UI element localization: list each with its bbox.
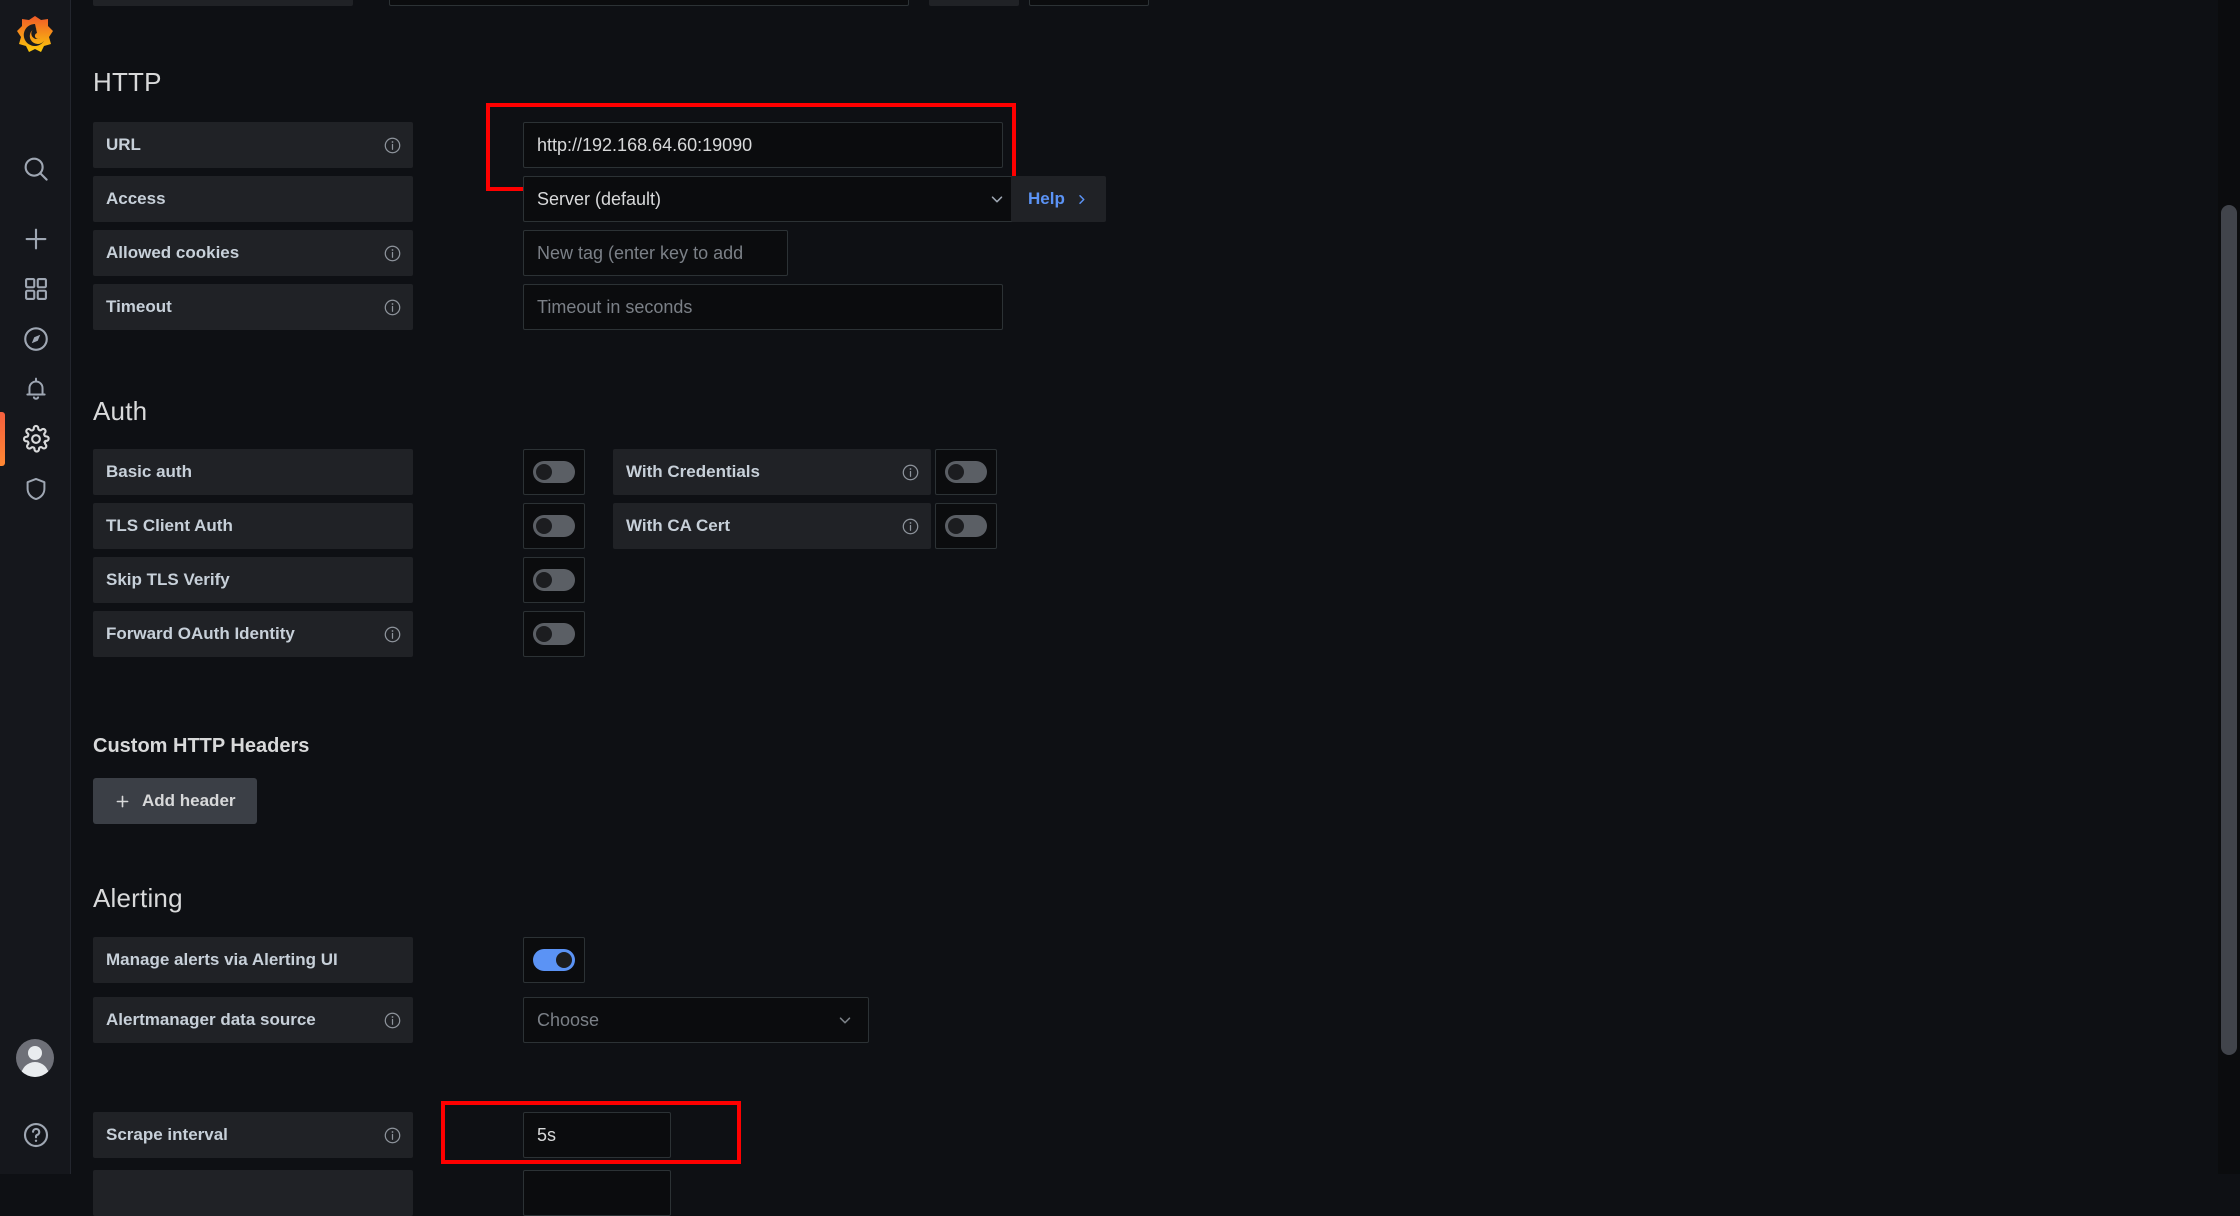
clipped-field-label-2 — [929, 0, 1019, 6]
field-label-tls-client-auth: TLS Client Auth — [93, 503, 413, 549]
add-header-button-label: Add header — [142, 791, 236, 810]
field-label-with-credentials-text: With Credentials — [626, 462, 760, 481]
field-label-timeout-text: Timeout — [106, 297, 172, 316]
help-button-label: Help — [1028, 189, 1065, 208]
toggle-switch — [945, 515, 987, 537]
info-icon[interactable] — [383, 136, 402, 155]
field-label-forward-oauth-identity-text: Forward OAuth Identity — [106, 624, 295, 643]
url-input[interactable]: http://192.168.64.60:19090 — [523, 122, 1003, 168]
avatar-body — [21, 1062, 49, 1077]
help-icon — [23, 1122, 48, 1148]
field-label-basic-auth: Basic auth — [93, 449, 413, 495]
field-label-manage-alerts-text: Manage alerts via Alerting UI — [106, 950, 338, 969]
section-title-alerting: Alerting — [93, 883, 183, 913]
field-label-url: URL — [93, 122, 413, 168]
alertmanager-data-source-value: Choose — [537, 1009, 600, 1030]
basic-auth-toggle[interactable] — [523, 449, 585, 495]
primary-sidebar — [0, 0, 71, 1174]
toggle-switch — [533, 623, 575, 645]
section-title-http: HTTP — [93, 67, 162, 97]
skip-tls-verify-toggle[interactable] — [523, 557, 585, 603]
section-title-custom-http-headers: Custom HTTP Headers — [93, 735, 310, 757]
dashboards-icon — [24, 278, 47, 300]
toggle-switch — [533, 569, 575, 591]
vertical-scrollbar-thumb[interactable] — [2221, 205, 2237, 1055]
tls-client-auth-toggle[interactable] — [523, 503, 585, 549]
info-icon[interactable] — [383, 625, 402, 644]
shield-icon — [26, 477, 45, 501]
forward-oauth-identity-toggle[interactable] — [523, 611, 585, 657]
info-icon[interactable] — [901, 463, 920, 482]
toggle-switch — [533, 515, 575, 537]
avatar[interactable] — [16, 1039, 54, 1077]
chevron-down-icon — [988, 190, 1006, 208]
toggle-switch — [533, 949, 575, 971]
info-icon[interactable] — [383, 298, 402, 317]
field-label-scrape-interval-text: Scrape interval — [106, 1125, 228, 1144]
field-label-allowed-cookies: Allowed cookies — [93, 230, 413, 276]
field-label-with-ca-cert: With CA Cert — [613, 503, 931, 549]
allowed-cookies-input[interactable]: New tag (enter key to add — [523, 230, 788, 276]
bell-icon — [25, 377, 46, 400]
sidebar-item-help[interactable] — [0, 1100, 71, 1170]
field-label-timeout: Timeout — [93, 284, 413, 330]
field-label-scrape-interval: Scrape interval — [93, 1112, 413, 1158]
field-label-with-credentials: With Credentials — [613, 449, 931, 495]
field-label-skip-tls-verify: Skip TLS Verify — [93, 557, 413, 603]
sidebar-item-search[interactable] — [0, 134, 71, 204]
info-icon[interactable] — [383, 244, 402, 263]
access-select-value: Server (default) — [537, 188, 662, 209]
field-label-forward-oauth-identity: Forward OAuth Identity — [93, 611, 413, 657]
field-label-access-text: Access — [106, 189, 166, 208]
toggle-switch — [533, 461, 575, 483]
info-icon[interactable] — [383, 1011, 402, 1030]
grafana-logo[interactable] — [14, 14, 56, 56]
field-label-manage-alerts: Manage alerts via Alerting UI — [93, 937, 413, 983]
field-label-allowed-cookies-text: Allowed cookies — [106, 243, 240, 262]
field-label-skip-tls-verify-text: Skip TLS Verify — [106, 570, 230, 589]
field-label-access: Access — [93, 176, 413, 222]
toggle-switch — [945, 461, 987, 483]
field-label-url-text: URL — [106, 135, 141, 154]
avatar-head — [28, 1046, 42, 1060]
add-header-button[interactable]: Add header — [93, 778, 257, 824]
gear-icon — [22, 424, 50, 453]
field-label-with-ca-cert-text: With CA Cert — [626, 516, 731, 535]
with-credentials-toggle[interactable] — [935, 449, 997, 495]
chevron-down-icon — [836, 1011, 854, 1029]
with-ca-cert-toggle[interactable] — [935, 503, 997, 549]
scrape-interval-input[interactable]: 5s — [523, 1112, 671, 1158]
plus-icon — [25, 228, 46, 250]
clipped-field-label — [93, 0, 353, 6]
access-select[interactable]: Server (default) — [523, 176, 1021, 222]
clipped-next-field-label — [93, 1170, 413, 1216]
vertical-scrollbar-track[interactable] — [2218, 0, 2240, 1174]
sidebar-item-server-admin[interactable] — [0, 454, 71, 524]
info-icon[interactable] — [901, 517, 920, 536]
section-title-auth: Auth — [93, 396, 148, 426]
plus-icon — [116, 795, 129, 807]
search-icon — [24, 157, 48, 181]
info-icon[interactable] — [383, 1126, 402, 1145]
field-label-tls-client-auth-text: TLS Client Auth — [106, 516, 233, 535]
field-label-alertmanager-data-source-text: Alertmanager data source — [106, 1010, 316, 1029]
help-button[interactable]: Help — [1011, 176, 1106, 222]
timeout-input[interactable]: Timeout in seconds — [523, 284, 1003, 330]
chevron-right-icon — [1079, 194, 1085, 204]
clipped-field-input-2 — [1029, 0, 1149, 6]
compass-icon — [23, 327, 48, 351]
field-label-alertmanager-data-source: Alertmanager data source — [93, 997, 413, 1043]
manage-alerts-toggle[interactable] — [523, 937, 585, 983]
clipped-field-input — [389, 0, 909, 6]
datasource-settings-pane: HTTP URL http://192.168.64.60:19090 Acce… — [71, 0, 2240, 1216]
field-label-basic-auth-text: Basic auth — [106, 462, 192, 481]
alertmanager-data-source-select[interactable]: Choose — [523, 997, 869, 1043]
clipped-next-field-input — [523, 1170, 671, 1216]
